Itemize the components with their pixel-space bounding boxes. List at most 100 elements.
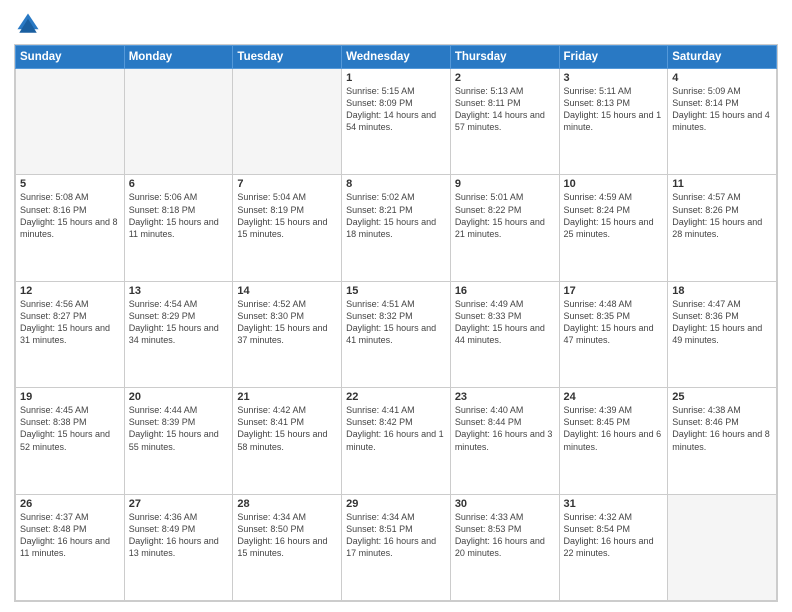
day-cell: 25Sunrise: 4:38 AM Sunset: 8:46 PM Dayli… — [668, 388, 777, 494]
day-info: Sunrise: 4:56 AM Sunset: 8:27 PM Dayligh… — [20, 298, 120, 347]
day-cell: 24Sunrise: 4:39 AM Sunset: 8:45 PM Dayli… — [559, 388, 668, 494]
day-info: Sunrise: 4:49 AM Sunset: 8:33 PM Dayligh… — [455, 298, 555, 347]
day-number: 20 — [129, 391, 229, 403]
day-cell: 2Sunrise: 5:13 AM Sunset: 8:11 PM Daylig… — [450, 69, 559, 175]
day-number: 21 — [237, 391, 337, 403]
day-number: 9 — [455, 178, 555, 190]
day-info: Sunrise: 4:39 AM Sunset: 8:45 PM Dayligh… — [564, 404, 664, 453]
day-cell: 12Sunrise: 4:56 AM Sunset: 8:27 PM Dayli… — [16, 281, 125, 387]
day-cell: 5Sunrise: 5:08 AM Sunset: 8:16 PM Daylig… — [16, 175, 125, 281]
day-cell: 16Sunrise: 4:49 AM Sunset: 8:33 PM Dayli… — [450, 281, 559, 387]
day-info: Sunrise: 5:13 AM Sunset: 8:11 PM Dayligh… — [455, 85, 555, 134]
day-number: 24 — [564, 391, 664, 403]
week-row-3: 12Sunrise: 4:56 AM Sunset: 8:27 PM Dayli… — [16, 281, 777, 387]
week-row-1: 1Sunrise: 5:15 AM Sunset: 8:09 PM Daylig… — [16, 69, 777, 175]
day-number: 1 — [346, 72, 446, 84]
day-info: Sunrise: 4:41 AM Sunset: 8:42 PM Dayligh… — [346, 404, 446, 453]
day-info: Sunrise: 5:09 AM Sunset: 8:14 PM Dayligh… — [672, 85, 772, 134]
header — [14, 10, 778, 38]
day-number: 10 — [564, 178, 664, 190]
day-number: 8 — [346, 178, 446, 190]
day-cell: 31Sunrise: 4:32 AM Sunset: 8:54 PM Dayli… — [559, 494, 668, 600]
logo — [14, 10, 46, 38]
day-number: 27 — [129, 498, 229, 510]
calendar-table: SundayMondayTuesdayWednesdayThursdayFrid… — [15, 45, 777, 601]
day-info: Sunrise: 5:06 AM Sunset: 8:18 PM Dayligh… — [129, 191, 229, 240]
day-number: 11 — [672, 178, 772, 190]
day-cell: 4Sunrise: 5:09 AM Sunset: 8:14 PM Daylig… — [668, 69, 777, 175]
day-cell: 11Sunrise: 4:57 AM Sunset: 8:26 PM Dayli… — [668, 175, 777, 281]
day-cell: 23Sunrise: 4:40 AM Sunset: 8:44 PM Dayli… — [450, 388, 559, 494]
day-number: 5 — [20, 178, 120, 190]
day-cell: 18Sunrise: 4:47 AM Sunset: 8:36 PM Dayli… — [668, 281, 777, 387]
day-info: Sunrise: 4:54 AM Sunset: 8:29 PM Dayligh… — [129, 298, 229, 347]
day-number: 3 — [564, 72, 664, 84]
day-cell: 8Sunrise: 5:02 AM Sunset: 8:21 PM Daylig… — [342, 175, 451, 281]
day-info: Sunrise: 5:08 AM Sunset: 8:16 PM Dayligh… — [20, 191, 120, 240]
page: SundayMondayTuesdayWednesdayThursdayFrid… — [0, 0, 792, 612]
day-info: Sunrise: 4:34 AM Sunset: 8:50 PM Dayligh… — [237, 511, 337, 560]
day-number: 26 — [20, 498, 120, 510]
day-number: 17 — [564, 285, 664, 297]
day-number: 6 — [129, 178, 229, 190]
week-row-4: 19Sunrise: 4:45 AM Sunset: 8:38 PM Dayli… — [16, 388, 777, 494]
day-cell: 22Sunrise: 4:41 AM Sunset: 8:42 PM Dayli… — [342, 388, 451, 494]
day-cell: 15Sunrise: 4:51 AM Sunset: 8:32 PM Dayli… — [342, 281, 451, 387]
col-header-wednesday: Wednesday — [342, 46, 451, 69]
day-info: Sunrise: 4:40 AM Sunset: 8:44 PM Dayligh… — [455, 404, 555, 453]
day-number: 28 — [237, 498, 337, 510]
day-info: Sunrise: 4:48 AM Sunset: 8:35 PM Dayligh… — [564, 298, 664, 347]
day-cell: 6Sunrise: 5:06 AM Sunset: 8:18 PM Daylig… — [124, 175, 233, 281]
day-info: Sunrise: 4:36 AM Sunset: 8:49 PM Dayligh… — [129, 511, 229, 560]
day-number: 13 — [129, 285, 229, 297]
day-info: Sunrise: 5:01 AM Sunset: 8:22 PM Dayligh… — [455, 191, 555, 240]
day-info: Sunrise: 4:37 AM Sunset: 8:48 PM Dayligh… — [20, 511, 120, 560]
day-cell: 9Sunrise: 5:01 AM Sunset: 8:22 PM Daylig… — [450, 175, 559, 281]
day-info: Sunrise: 4:33 AM Sunset: 8:53 PM Dayligh… — [455, 511, 555, 560]
logo-icon — [14, 10, 42, 38]
col-header-friday: Friday — [559, 46, 668, 69]
week-row-2: 5Sunrise: 5:08 AM Sunset: 8:16 PM Daylig… — [16, 175, 777, 281]
day-cell: 26Sunrise: 4:37 AM Sunset: 8:48 PM Dayli… — [16, 494, 125, 600]
day-info: Sunrise: 4:51 AM Sunset: 8:32 PM Dayligh… — [346, 298, 446, 347]
day-number: 19 — [20, 391, 120, 403]
day-number: 23 — [455, 391, 555, 403]
day-number: 12 — [20, 285, 120, 297]
calendar-body: 1Sunrise: 5:15 AM Sunset: 8:09 PM Daylig… — [16, 69, 777, 601]
day-info: Sunrise: 4:52 AM Sunset: 8:30 PM Dayligh… — [237, 298, 337, 347]
day-info: Sunrise: 4:57 AM Sunset: 8:26 PM Dayligh… — [672, 191, 772, 240]
day-number: 16 — [455, 285, 555, 297]
day-cell — [124, 69, 233, 175]
header-row: SundayMondayTuesdayWednesdayThursdayFrid… — [16, 46, 777, 69]
day-info: Sunrise: 4:38 AM Sunset: 8:46 PM Dayligh… — [672, 404, 772, 453]
day-cell: 7Sunrise: 5:04 AM Sunset: 8:19 PM Daylig… — [233, 175, 342, 281]
calendar-header: SundayMondayTuesdayWednesdayThursdayFrid… — [16, 46, 777, 69]
day-cell: 13Sunrise: 4:54 AM Sunset: 8:29 PM Dayli… — [124, 281, 233, 387]
day-info: Sunrise: 5:11 AM Sunset: 8:13 PM Dayligh… — [564, 85, 664, 134]
day-cell: 29Sunrise: 4:34 AM Sunset: 8:51 PM Dayli… — [342, 494, 451, 600]
day-info: Sunrise: 4:47 AM Sunset: 8:36 PM Dayligh… — [672, 298, 772, 347]
day-cell: 17Sunrise: 4:48 AM Sunset: 8:35 PM Dayli… — [559, 281, 668, 387]
day-info: Sunrise: 4:59 AM Sunset: 8:24 PM Dayligh… — [564, 191, 664, 240]
day-number: 4 — [672, 72, 772, 84]
day-cell: 20Sunrise: 4:44 AM Sunset: 8:39 PM Dayli… — [124, 388, 233, 494]
col-header-saturday: Saturday — [668, 46, 777, 69]
day-info: Sunrise: 4:44 AM Sunset: 8:39 PM Dayligh… — [129, 404, 229, 453]
day-cell: 3Sunrise: 5:11 AM Sunset: 8:13 PM Daylig… — [559, 69, 668, 175]
calendar: SundayMondayTuesdayWednesdayThursdayFrid… — [14, 44, 778, 602]
col-header-thursday: Thursday — [450, 46, 559, 69]
day-number: 22 — [346, 391, 446, 403]
col-header-tuesday: Tuesday — [233, 46, 342, 69]
day-info: Sunrise: 5:15 AM Sunset: 8:09 PM Dayligh… — [346, 85, 446, 134]
day-number: 30 — [455, 498, 555, 510]
week-row-5: 26Sunrise: 4:37 AM Sunset: 8:48 PM Dayli… — [16, 494, 777, 600]
day-cell: 27Sunrise: 4:36 AM Sunset: 8:49 PM Dayli… — [124, 494, 233, 600]
day-info: Sunrise: 4:45 AM Sunset: 8:38 PM Dayligh… — [20, 404, 120, 453]
col-header-monday: Monday — [124, 46, 233, 69]
day-cell: 28Sunrise: 4:34 AM Sunset: 8:50 PM Dayli… — [233, 494, 342, 600]
col-header-sunday: Sunday — [16, 46, 125, 69]
day-number: 29 — [346, 498, 446, 510]
day-number: 31 — [564, 498, 664, 510]
day-cell: 14Sunrise: 4:52 AM Sunset: 8:30 PM Dayli… — [233, 281, 342, 387]
day-cell: 21Sunrise: 4:42 AM Sunset: 8:41 PM Dayli… — [233, 388, 342, 494]
